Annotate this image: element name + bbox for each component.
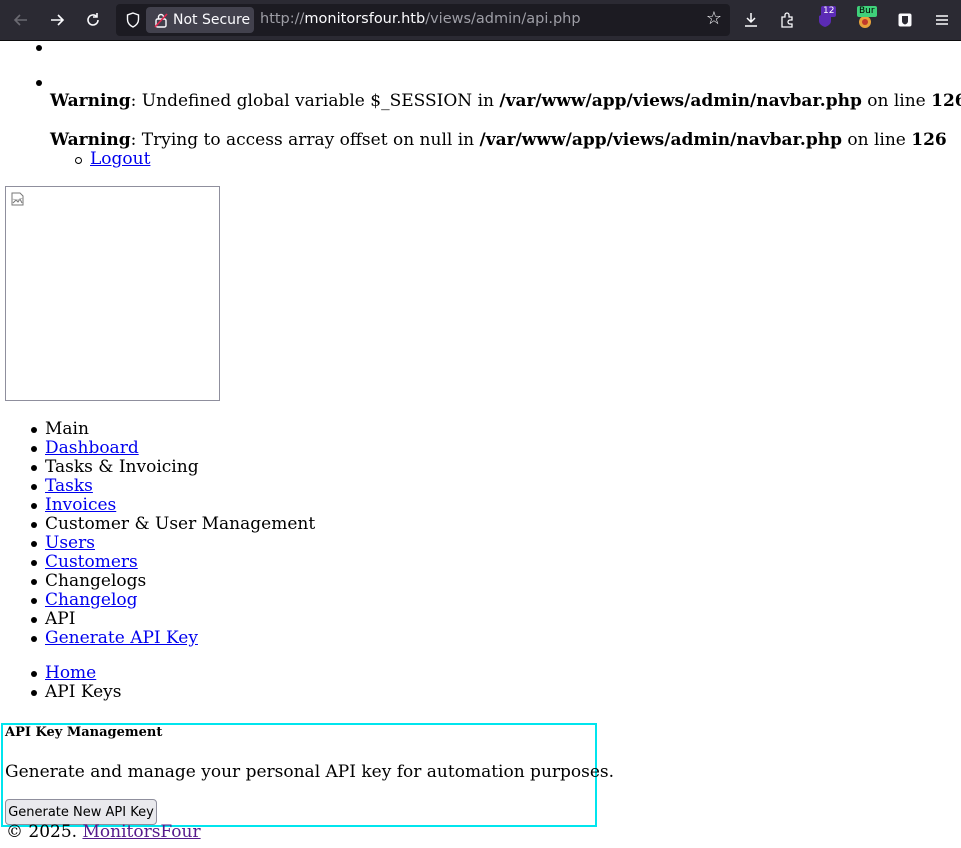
list-bullet bbox=[75, 157, 82, 164]
url-scheme: http:// bbox=[260, 11, 305, 27]
list-bullet bbox=[31, 427, 37, 433]
php-warning-2: Warning: Trying to access array offset o… bbox=[50, 131, 947, 150]
list-bullet bbox=[31, 560, 37, 566]
burp-icon[interactable]: Bur bbox=[851, 6, 879, 34]
sidebar-heading-main: Main bbox=[45, 419, 89, 439]
broken-image-icon bbox=[11, 192, 24, 206]
list-bullet bbox=[31, 598, 37, 604]
ublock-icon[interactable]: 12 bbox=[811, 6, 839, 34]
security-label: Not Secure bbox=[173, 12, 251, 28]
bitwarden-icon[interactable] bbox=[891, 6, 919, 34]
sidebar-link-invoices[interactable]: Invoices bbox=[45, 496, 116, 515]
sidebar-heading-changelogs: Changelogs bbox=[45, 571, 147, 591]
list-bullet bbox=[31, 484, 37, 490]
download-icon[interactable] bbox=[737, 6, 765, 34]
sidebar-link-tasks[interactable]: Tasks bbox=[45, 477, 93, 496]
warning-label: Warning bbox=[50, 130, 131, 150]
breadcrumb-home-link[interactable]: Home bbox=[45, 664, 96, 683]
logout-link[interactable]: Logout bbox=[90, 150, 150, 169]
reload-icon[interactable] bbox=[79, 6, 107, 34]
footer-brand-link[interactable]: MonitorsFour bbox=[82, 822, 200, 842]
list-bullet bbox=[31, 465, 37, 471]
forward-icon[interactable] bbox=[43, 6, 71, 34]
footer-copyright: © 2025. bbox=[6, 822, 83, 842]
footer: © 2025. MonitorsFour bbox=[6, 823, 201, 842]
list-bullet bbox=[31, 503, 37, 509]
sidebar-link-users[interactable]: Users bbox=[45, 534, 95, 553]
warning-on-line: on line bbox=[841, 130, 912, 150]
url-host: monitorsfour.htb bbox=[304, 11, 426, 27]
sidebar-heading-tasks-invoicing: Tasks & Invoicing bbox=[45, 457, 199, 477]
sidebar-heading-customer-user-management: Customer & User Management bbox=[45, 514, 316, 534]
url-text[interactable]: http://monitorsfour.htb/views/admin/api.… bbox=[260, 11, 581, 27]
bookmark-star-icon[interactable]: ☆ bbox=[706, 8, 722, 29]
list-bullet bbox=[31, 541, 37, 547]
url-path: /views/admin/api.php bbox=[425, 11, 581, 27]
browser-toolbar: Not Secure http://monitorsfour.htb/views… bbox=[0, 0, 961, 41]
warning-line: 126 bbox=[911, 130, 947, 150]
warning-message: : Trying to access array offset on null … bbox=[130, 130, 480, 150]
warning-label: Warning bbox=[50, 91, 131, 111]
burp-badge: Bur bbox=[857, 6, 877, 17]
lock-icon bbox=[154, 12, 168, 28]
list-bullet bbox=[31, 446, 37, 452]
warning-line: 126 bbox=[931, 91, 961, 111]
list-bullet bbox=[36, 45, 42, 51]
sidebar-link-customers[interactable]: Customers bbox=[45, 553, 138, 572]
list-bullet bbox=[36, 80, 42, 86]
warning-file: /var/www/app/views/admin/navbar.php bbox=[479, 130, 842, 150]
extensions-icon[interactable] bbox=[773, 6, 801, 34]
back-icon[interactable] bbox=[7, 6, 35, 34]
list-bullet bbox=[31, 579, 37, 585]
api-card-description: Generate and manage your personal API ke… bbox=[5, 762, 615, 782]
list-bullet bbox=[31, 690, 37, 696]
api-card-title: API Key Management bbox=[5, 725, 163, 740]
sidebar-link-generate-api-key[interactable]: Generate API Key bbox=[45, 629, 198, 648]
menu-icon[interactable] bbox=[928, 6, 956, 34]
list-bullet bbox=[31, 636, 37, 642]
breadcrumb-current: API Keys bbox=[45, 682, 122, 702]
sidebar-link-dashboard[interactable]: Dashboard bbox=[45, 439, 139, 458]
url-bar[interactable]: Not Secure http://monitorsfour.htb/views… bbox=[116, 4, 730, 36]
list-bullet bbox=[31, 671, 37, 677]
logo-image bbox=[5, 186, 220, 401]
site-security-indicator[interactable]: Not Secure bbox=[146, 7, 254, 33]
list-bullet bbox=[31, 617, 37, 623]
php-warning-1: Warning: Undefined global variable $_SES… bbox=[50, 92, 961, 111]
shield-icon[interactable] bbox=[122, 9, 144, 31]
warning-message: : Undefined global variable $_SESSION in bbox=[130, 91, 500, 111]
sidebar-heading-api: API bbox=[45, 609, 76, 629]
sidebar-link-changelog[interactable]: Changelog bbox=[45, 591, 138, 610]
warning-file: /var/www/app/views/admin/navbar.php bbox=[499, 91, 862, 111]
ublock-badge: 12 bbox=[821, 6, 837, 17]
warning-on-line: on line bbox=[861, 91, 932, 111]
list-bullet bbox=[31, 522, 37, 528]
